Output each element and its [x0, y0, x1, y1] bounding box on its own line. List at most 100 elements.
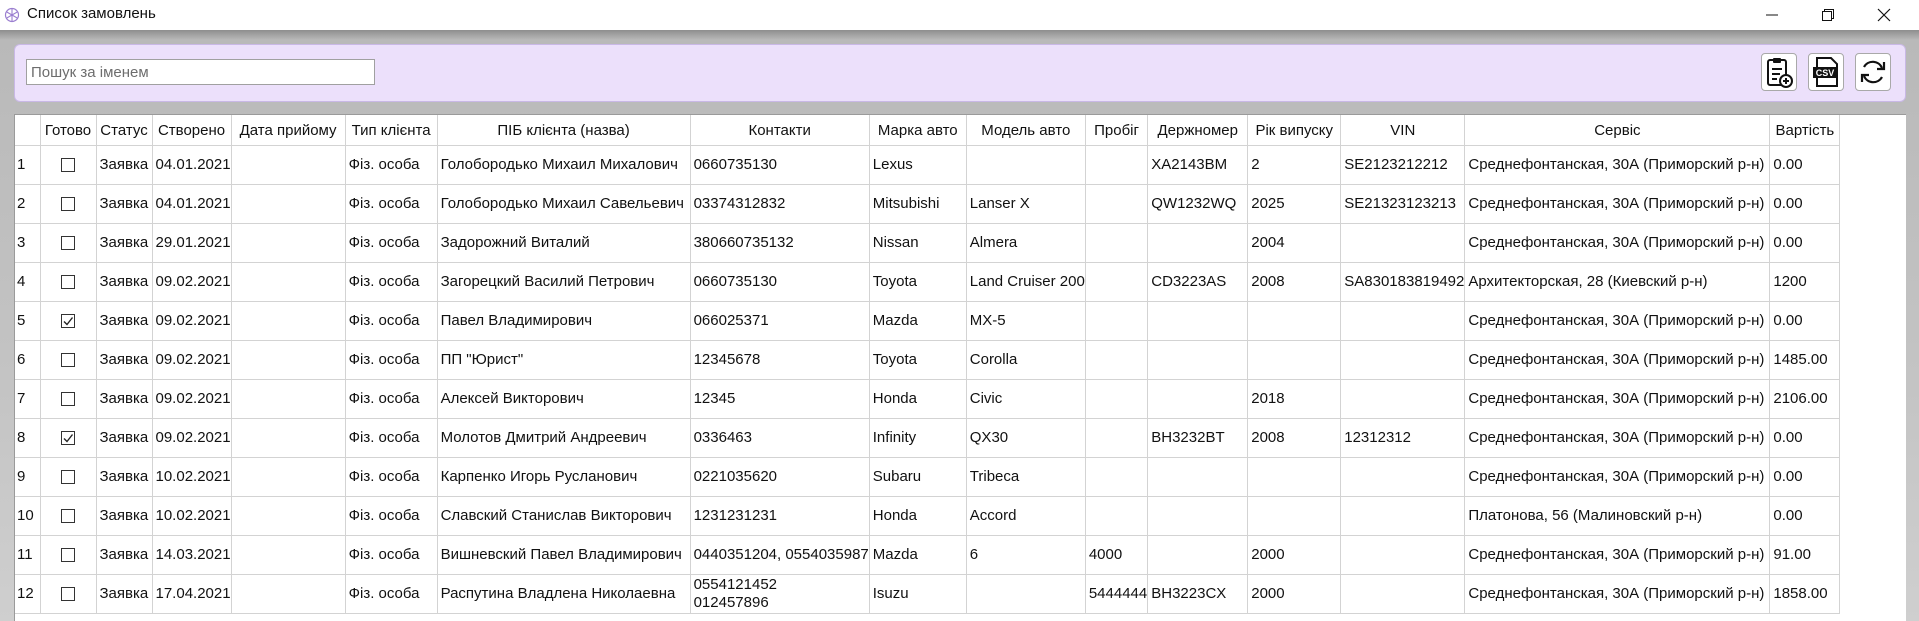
cell-created[interactable]: 10.02.2021 — [152, 457, 232, 497]
column-header[interactable]: Сервіс — [1464, 115, 1771, 146]
cell-plate[interactable]: BH3232BT — [1147, 418, 1249, 458]
column-header[interactable]: Статус — [96, 115, 153, 146]
cell-contacts[interactable]: 03374312832 — [690, 184, 870, 224]
cell-client-type[interactable]: Фіз. особа — [345, 418, 438, 458]
cell-vin[interactable] — [1340, 223, 1466, 263]
cell-make[interactable]: Mazda — [869, 535, 967, 575]
done-checkbox[interactable] — [61, 197, 75, 212]
cell-make[interactable]: Infinity — [869, 418, 967, 458]
cell-make[interactable]: Isuzu — [869, 574, 967, 614]
column-header[interactable]: ПІБ клієнта (назва) — [437, 115, 691, 146]
cell-vin[interactable] — [1340, 535, 1466, 575]
cell-contacts[interactable]: 0221035620 — [690, 457, 870, 497]
cell-client-type[interactable]: Фіз. особа — [345, 574, 438, 614]
cell-created[interactable]: 14.03.2021 — [152, 535, 232, 575]
cell-status[interactable]: Заявка — [96, 418, 153, 458]
cell-year[interactable]: 2025 — [1247, 184, 1342, 224]
minimize-button[interactable] — [1744, 0, 1800, 30]
cell-contacts[interactable]: 0554121452 012457896 — [690, 574, 870, 614]
cell-received[interactable] — [231, 184, 346, 224]
cell-service[interactable]: Среднефонтанская, 30А (Приморский р-н) — [1464, 223, 1771, 263]
table-row[interactable]: 3 Заявка 29.01.2021 Фіз. особа Задорожний Ви… — [15, 223, 1841, 263]
table-row[interactable]: 9 Заявка 10.02.2021 Фіз. особа Карпенко Игор… — [15, 457, 1841, 497]
cell-mileage[interactable] — [1085, 145, 1149, 185]
cell-vin[interactable] — [1340, 379, 1466, 419]
cell-model[interactable]: Almera — [966, 223, 1086, 263]
cell-status[interactable]: Заявка — [96, 184, 153, 224]
cell-plate[interactable] — [1147, 496, 1249, 536]
cell-received[interactable] — [231, 574, 346, 614]
cell-contacts[interactable]: 0660735130 — [690, 262, 870, 302]
cell-status[interactable]: Заявка — [96, 301, 153, 341]
cell-created[interactable]: 09.02.2021 — [152, 262, 232, 302]
cell-mileage[interactable]: 5444444 — [1085, 574, 1149, 614]
cell-created[interactable]: 09.02.2021 — [152, 379, 232, 419]
table-row[interactable]: 10 Заявка 10.02.2021 Фіз. особа Славский Ста… — [15, 496, 1841, 536]
cell-year[interactable] — [1247, 457, 1342, 497]
cell-mileage[interactable] — [1085, 301, 1149, 341]
cell-model[interactable]: 6 — [966, 535, 1086, 575]
cell-service[interactable]: Среднефонтанская, 30А (Приморский р-н) — [1464, 535, 1771, 575]
export-csv-button[interactable]: CSV — [1808, 53, 1844, 91]
cell-plate[interactable]: QW1232WQ — [1147, 184, 1249, 224]
cell-plate[interactable] — [1147, 301, 1249, 341]
cell-name[interactable]: Голобородько Михаил Савельевич — [437, 184, 691, 224]
cell-price[interactable]: 0.00 — [1769, 145, 1841, 185]
cell-contacts[interactable]: 12345 — [690, 379, 870, 419]
cell-vin[interactable]: SE21323123213 — [1340, 184, 1466, 224]
cell-make[interactable]: Honda — [869, 496, 967, 536]
cell-client-type[interactable]: Фіз. особа — [345, 379, 438, 419]
done-checkbox[interactable] — [61, 392, 75, 407]
cell-name[interactable]: ПП "Юрист" — [437, 340, 691, 380]
cell-make[interactable]: Nissan — [869, 223, 967, 263]
cell-contacts[interactable]: 1231231231 — [690, 496, 870, 536]
cell-created[interactable]: 09.02.2021 — [152, 301, 232, 341]
cell-model[interactable]: Accord — [966, 496, 1086, 536]
cell-name[interactable]: Вишневский Павел Владимирович — [437, 535, 691, 575]
cell-created[interactable]: 10.02.2021 — [152, 496, 232, 536]
cell-client-type[interactable]: Фіз. особа — [345, 301, 438, 341]
cell-plate[interactable] — [1147, 340, 1249, 380]
table-row[interactable]: 12 Заявка 17.04.2021 Фіз. особа Распутина Вл… — [15, 574, 1841, 614]
cell-vin[interactable] — [1340, 340, 1466, 380]
cell-mileage[interactable] — [1085, 184, 1149, 224]
column-header[interactable]: Дата прийому — [231, 115, 346, 146]
column-header[interactable]: Створено — [152, 115, 232, 146]
cell-name[interactable]: Молотов Дмитрий Андреевич — [437, 418, 691, 458]
cell-name[interactable]: Алексей Викторович — [437, 379, 691, 419]
cell-vin[interactable]: 12312312 — [1340, 418, 1466, 458]
table-row[interactable]: 1 Заявка 04.01.2021 Фіз. особа Голобородько … — [15, 145, 1841, 185]
cell-service[interactable]: Архитекторская, 28 (Киевский р-н) — [1464, 262, 1771, 302]
cell-client-type[interactable]: Фіз. особа — [345, 535, 438, 575]
cell-created[interactable]: 29.01.2021 — [152, 223, 232, 263]
cell-client-type[interactable]: Фіз. особа — [345, 145, 438, 185]
column-header[interactable]: Вартість — [1769, 115, 1841, 146]
restore-button[interactable] — [1800, 0, 1856, 30]
cell-service[interactable]: Среднефонтанская, 30А (Приморский р-н) — [1464, 379, 1771, 419]
cell-plate[interactable] — [1147, 379, 1249, 419]
done-checkbox[interactable] — [61, 587, 75, 602]
cell-price[interactable]: 1200 — [1769, 262, 1841, 302]
cell-name[interactable]: Загорецкий Василий Петрович — [437, 262, 691, 302]
cell-created[interactable]: 09.02.2021 — [152, 418, 232, 458]
cell-contacts[interactable]: 0440351204, 0554035987 — [690, 535, 870, 575]
cell-mileage[interactable] — [1085, 262, 1149, 302]
cell-make[interactable]: Mazda — [869, 301, 967, 341]
cell-received[interactable] — [231, 262, 346, 302]
column-header[interactable]: Держномер — [1147, 115, 1249, 146]
cell-make[interactable]: Lexus — [869, 145, 967, 185]
cell-name[interactable]: Карпенко Игорь Русланович — [437, 457, 691, 497]
table-row[interactable]: 4 Заявка 09.02.2021 Фіз. особа Загорецкий Ва… — [15, 262, 1841, 302]
column-header[interactable]: Рік випуску — [1247, 115, 1342, 146]
cell-service[interactable]: Среднефонтанская, 30А (Приморский р-н) — [1464, 418, 1771, 458]
cell-contacts[interactable]: 0660735130 — [690, 145, 870, 185]
cell-name[interactable]: Задорожний Виталий — [437, 223, 691, 263]
cell-year[interactable] — [1247, 340, 1342, 380]
cell-status[interactable]: Заявка — [96, 379, 153, 419]
column-header[interactable]: Модель авто — [966, 115, 1086, 146]
cell-model[interactable]: Tribeca — [966, 457, 1086, 497]
done-checkbox[interactable] — [61, 236, 75, 251]
cell-service[interactable]: Среднефонтанская, 30А (Приморский р-н) — [1464, 340, 1771, 380]
cell-contacts[interactable]: 12345678 — [690, 340, 870, 380]
cell-received[interactable] — [231, 379, 346, 419]
